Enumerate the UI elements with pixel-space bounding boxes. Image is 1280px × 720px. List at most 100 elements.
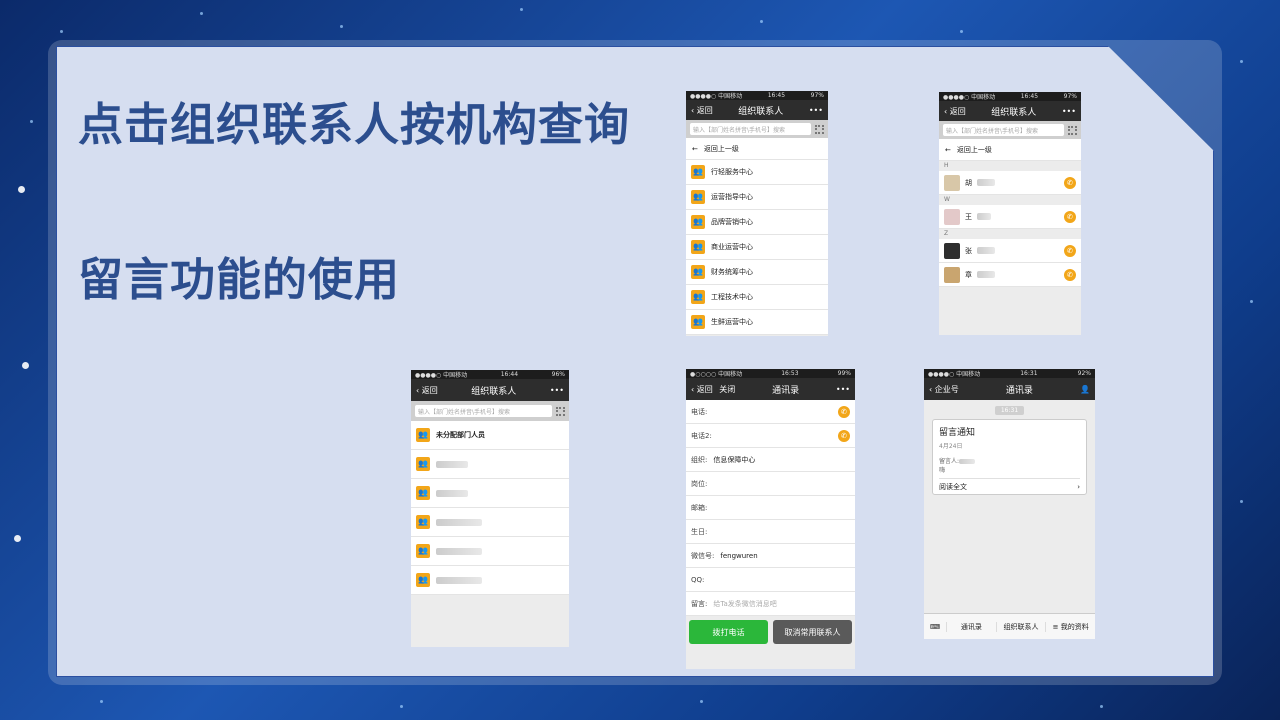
- contact-name: 张: [965, 246, 972, 255]
- avatar: [944, 174, 960, 191]
- phone-call-icon[interactable]: ✆: [1064, 176, 1076, 189]
- contact-row[interactable]: 王 ✆: [939, 205, 1081, 229]
- phone-call-icon[interactable]: ✆: [1064, 268, 1076, 281]
- field-row: 邮箱:: [686, 496, 855, 520]
- read-more-link[interactable]: 阅读全文 ›: [939, 478, 1080, 494]
- back-level-label: 返回上一级: [703, 144, 739, 153]
- navbar: ‹ 返回 组织联系人 •••: [939, 101, 1081, 121]
- arrow-left-icon: ←: [692, 144, 698, 153]
- timestamp: 16:31: [994, 406, 1025, 415]
- phone-call-icon[interactable]: ✆: [838, 405, 850, 418]
- blurred-label: [436, 489, 468, 497]
- message-card[interactable]: 留言通知 4月24日 留言人: 嗨 阅读全文 ›: [932, 419, 1087, 495]
- back-button[interactable]: ‹ 返回: [944, 106, 966, 117]
- call-button[interactable]: 拨打电话: [689, 620, 768, 644]
- phone-call-icon[interactable]: ✆: [1064, 210, 1076, 223]
- list-item[interactable]: 👥 行轻服务中心: [686, 160, 828, 185]
- contact-row[interactable]: 张 ✆: [939, 239, 1081, 263]
- blurred-label: [436, 547, 482, 555]
- list-item[interactable]: 👥: [411, 566, 569, 595]
- list-item[interactable]: 👥: [411, 508, 569, 537]
- field-label: 电话2:: [691, 431, 712, 440]
- tab-contacts[interactable]: 通讯录: [946, 621, 996, 632]
- back-level-row[interactable]: ← 返回上一级: [686, 138, 828, 160]
- contact-row[interactable]: 章 ✆: [939, 263, 1081, 287]
- list-item[interactable]: 👥 运营指导中心: [686, 185, 828, 210]
- back-button[interactable]: ‹ 返回: [416, 385, 438, 396]
- field-label: 组织:: [691, 455, 708, 464]
- phone-screenshot-contacts-alpha: ●●●●○ 中国移动 16:45 97% ‹ 返回 组织联系人 ••• 输入【部…: [939, 92, 1081, 335]
- keypad-icon[interactable]: [556, 406, 565, 416]
- battery: 97%: [1063, 93, 1077, 100]
- back-label: 企业号: [934, 384, 959, 394]
- profile-icon[interactable]: 👤: [1080, 385, 1090, 394]
- nav-title: 组织联系人: [738, 106, 784, 117]
- keypad-icon[interactable]: [1068, 125, 1077, 135]
- back-button[interactable]: ‹ 企业号: [929, 384, 959, 395]
- list-item[interactable]: 👥 生鲜运营中心: [686, 310, 828, 335]
- message-field-row[interactable]: 留言: 给Ta发条微信消息吧: [686, 592, 855, 616]
- blurred-label: [436, 460, 468, 468]
- more-icon[interactable]: •••: [809, 106, 823, 115]
- nav-title: 组织联系人: [471, 386, 517, 397]
- list-item[interactable]: 👥: [411, 450, 569, 479]
- battery: 99%: [837, 370, 851, 377]
- phone-call-icon[interactable]: ✆: [1064, 244, 1076, 257]
- keypad-icon[interactable]: [815, 124, 824, 134]
- list-item[interactable]: 👥 品牌营销中心: [686, 210, 828, 235]
- back-button[interactable]: ‹ 返回: [691, 105, 713, 116]
- navbar: ‹ 返回 组织联系人 •••: [411, 379, 569, 401]
- list-item[interactable]: 👥: [411, 537, 569, 566]
- arrow-left-icon: ←: [945, 145, 951, 154]
- nav-title: 通讯录: [1005, 385, 1033, 396]
- more-icon[interactable]: •••: [550, 386, 564, 395]
- field-label: 电话:: [691, 407, 708, 416]
- field-label: QQ:: [691, 575, 705, 584]
- search-input[interactable]: 输入【部门姓名拼音\手机号】搜索: [943, 124, 1064, 136]
- close-button[interactable]: 关闭: [719, 385, 735, 394]
- section-letter: H: [939, 161, 1081, 171]
- field-row: 电话2: ✆: [686, 424, 855, 448]
- cancel-favorite-button[interactable]: 取消常用联系人: [773, 620, 852, 644]
- list-item[interactable]: 👥: [411, 479, 569, 508]
- status-bar: ●○○○○ 中国移动 16:53 99%: [686, 369, 855, 378]
- contact-row[interactable]: 胡 ✆: [939, 171, 1081, 195]
- status-time: 16:45: [1020, 93, 1039, 100]
- tab-org-contacts[interactable]: 组织联系人: [995, 621, 1046, 632]
- list-item[interactable]: 👥 财务统筹中心: [686, 260, 828, 285]
- list-item[interactable]: 👥 未分配部门人员: [411, 421, 569, 450]
- keyboard-icon[interactable]: ⌨: [924, 623, 946, 631]
- card-message: 嗨: [939, 467, 946, 474]
- timestamp-wrap: 16:31: [924, 405, 1095, 415]
- search-bar: 输入【部门姓名拼音\手机号】搜索: [686, 120, 828, 138]
- more-icon[interactable]: •••: [1062, 107, 1076, 116]
- group-icon: 👥: [691, 190, 705, 204]
- read-more-label: 阅读全文: [939, 482, 967, 491]
- search-input[interactable]: 输入【部门姓名拼音\手机号】搜索: [690, 123, 811, 135]
- list-item[interactable]: 👥 工程技术中心: [686, 285, 828, 310]
- nav-title: 组织联系人: [991, 107, 1037, 118]
- list-item-label: 生鲜运营中心: [711, 318, 753, 326]
- back-level-row[interactable]: ← 返回上一级: [939, 139, 1081, 161]
- contact-name: 王: [965, 212, 972, 221]
- blurred-name: [977, 213, 991, 220]
- list-item[interactable]: 👥 商业运营中心: [686, 235, 828, 260]
- search-input[interactable]: 输入【部门姓名拼音\手机号】搜索: [415, 405, 552, 417]
- back-button[interactable]: ‹ 返回: [691, 385, 713, 394]
- status-bar: ●●●●○ 中国移动 16:45 97%: [939, 92, 1081, 101]
- group-icon: 👥: [416, 486, 430, 500]
- carrier: ●●●●○ 中国移动: [943, 94, 996, 101]
- message-placeholder[interactable]: 给Ta发条微信消息吧: [713, 599, 776, 609]
- phone-call-icon[interactable]: ✆: [838, 429, 850, 442]
- tab-label: 我的资料: [1060, 622, 1089, 631]
- avatar: [944, 208, 960, 225]
- group-icon: 👥: [416, 544, 430, 558]
- card-title: 留言通知: [939, 428, 976, 438]
- group-icon: 👥: [691, 240, 705, 254]
- search-bar: 输入【部门姓名拼音\手机号】搜索: [411, 401, 569, 421]
- field-row: 电话: ✆: [686, 400, 855, 424]
- more-icon[interactable]: •••: [836, 385, 850, 394]
- tab-my-profile[interactable]: ≡ 我的资料: [1045, 621, 1095, 632]
- field-row: QQ:: [686, 568, 855, 592]
- group-icon: 👥: [691, 215, 705, 229]
